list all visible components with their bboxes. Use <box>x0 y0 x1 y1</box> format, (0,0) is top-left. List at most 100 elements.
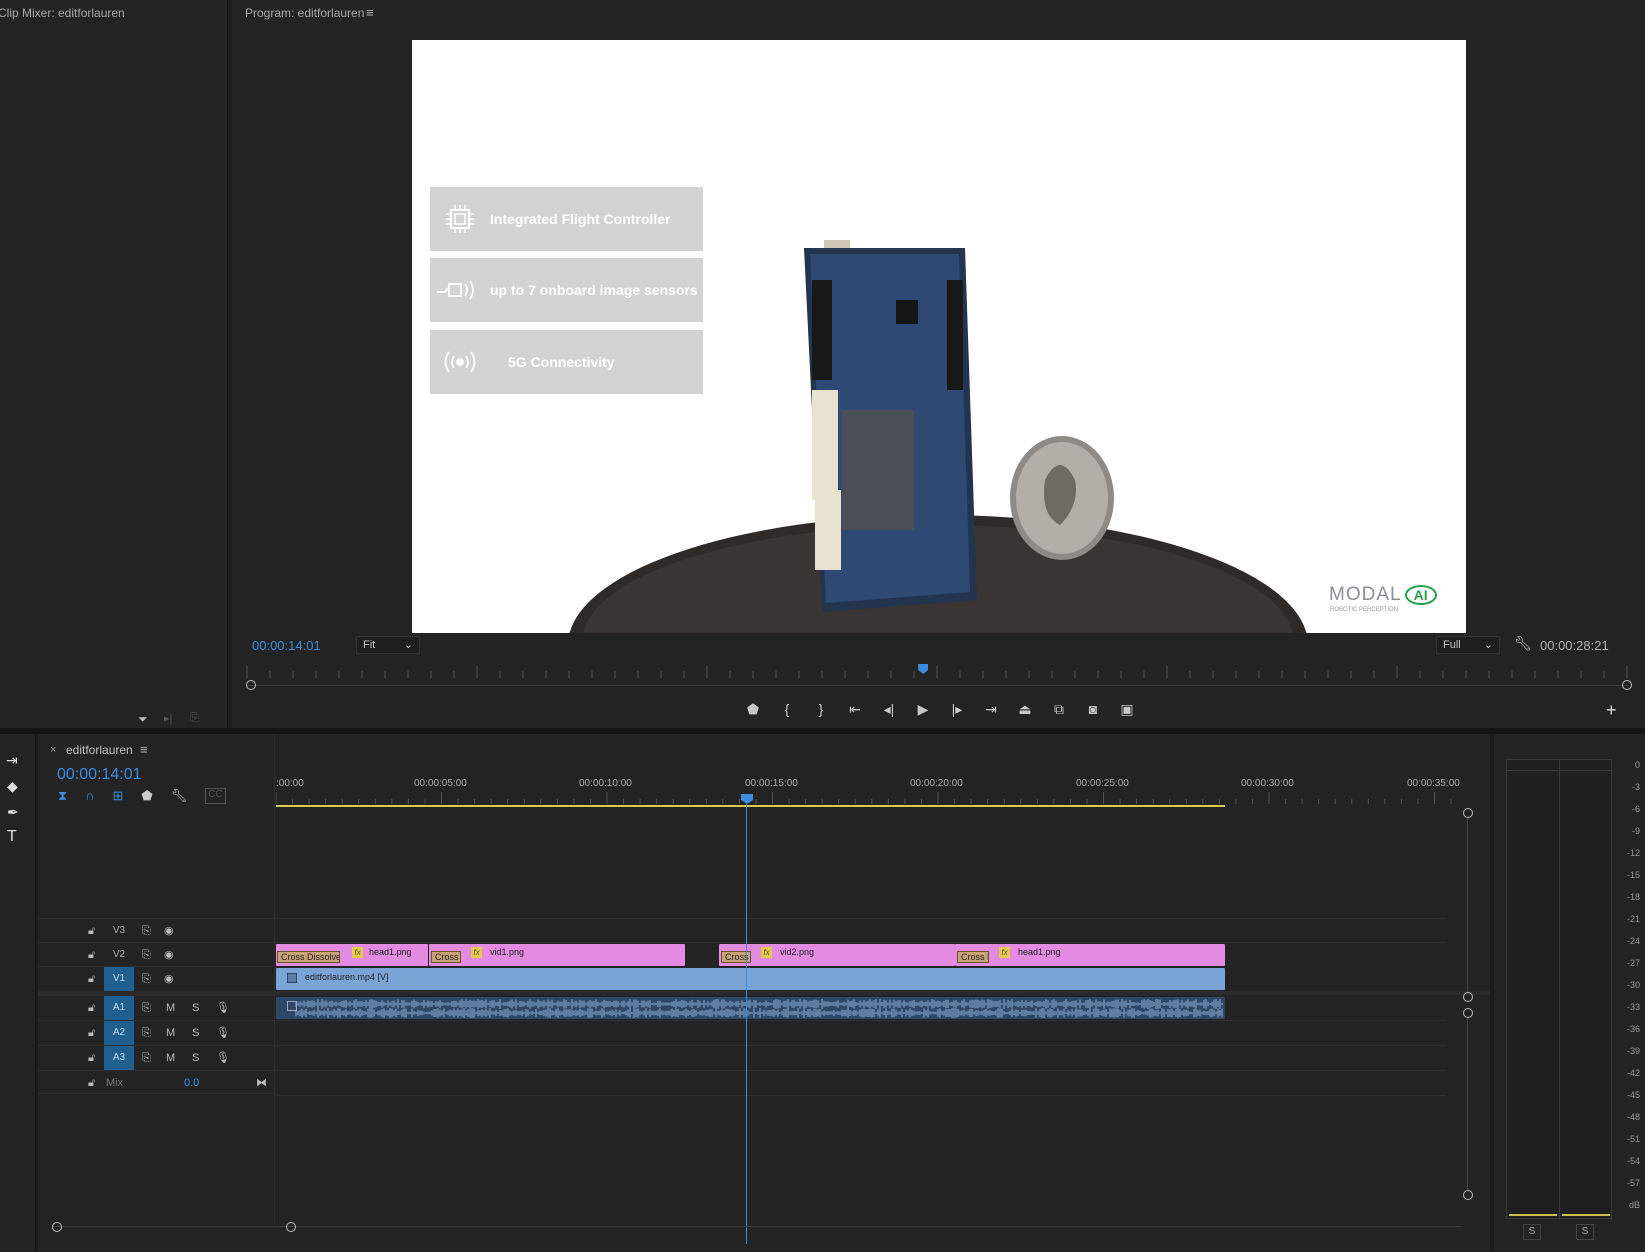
clip-editforlauren-audio[interactable] <box>276 997 1225 1019</box>
lock-icon[interactable]: 🔓︎ <box>88 1071 95 1095</box>
eye-icon[interactable]: ◉ <box>164 919 174 943</box>
pen-icon[interactable]: ✒ <box>7 804 19 821</box>
marker-icon[interactable]: ⬟ <box>742 698 764 720</box>
track-label-v1[interactable]: V1 <box>104 967 134 991</box>
program-zoom-bar[interactable] <box>247 685 1627 686</box>
solo-button[interactable]: S <box>192 1046 199 1070</box>
timeline-playhead-line[interactable] <box>746 804 747 1244</box>
close-tab-icon[interactable]: × <box>50 744 56 756</box>
sync-lock-icon[interactable]: ⎘ <box>142 967 151 991</box>
clip-vid1[interactable]: Cross D fx vid1.png <box>429 944 685 966</box>
clip-vid2[interactable]: Cross D fx vid2.png <box>719 944 955 966</box>
sync-lock-icon[interactable]: ⎘ <box>142 996 151 1020</box>
nest-icon[interactable]: ⧗ <box>58 788 67 804</box>
clip-mixer-title[interactable]: Clip Mixer: editforlauren <box>0 6 125 20</box>
extract-icon[interactable]: ⧉ <box>1048 698 1070 720</box>
mute-button[interactable]: M <box>166 996 175 1020</box>
eye-icon[interactable]: ◉ <box>164 967 174 991</box>
microphone-icon[interactable]: 🎙︎ <box>216 1021 230 1045</box>
add-button-icon[interactable]: + <box>1606 700 1617 721</box>
zoom-select[interactable]: Fit ⌄ <box>356 636 420 654</box>
step-back-icon[interactable]: ◂| <box>878 698 900 720</box>
solo-left-button[interactable]: S <box>1523 1224 1541 1240</box>
video-scroll-handle-bottom[interactable] <box>1463 992 1473 1002</box>
lock-icon[interactable]: 🔓︎ <box>88 996 95 1020</box>
mark-out-icon[interactable]: } <box>810 698 832 720</box>
skip-icon[interactable]: ▸| <box>164 712 172 725</box>
solo-right-button[interactable]: S <box>1576 1224 1594 1240</box>
timeline-settings-wrench-icon[interactable]: 🔧︎ <box>171 788 188 804</box>
cross-dissolve-transition[interactable]: Cross Dissolve <box>277 951 340 963</box>
ruler-label: 00:00:30:00 <box>1241 778 1294 789</box>
timeline-ruler[interactable]: :00:00 00:00:05:00 00:00:10:00 00:00:15:… <box>276 774 1466 814</box>
audio-scroll-handle-top[interactable] <box>1463 1008 1473 1018</box>
export-frame-icon[interactable]: ◙ <box>1082 698 1104 720</box>
type-tool-icon[interactable]: T <box>7 828 17 846</box>
lock-icon[interactable]: 🔓︎ <box>88 943 95 967</box>
mix-toggle-icon[interactable]: ⧓ <box>256 1071 267 1095</box>
step-forward-icon[interactable]: |▸ <box>946 698 968 720</box>
mute-button[interactable]: M <box>166 1021 175 1045</box>
lock-icon[interactable]: 🔓︎ <box>88 1021 95 1045</box>
lock-icon[interactable]: 🔓︎ <box>88 967 95 991</box>
audio-scroll-track[interactable] <box>1467 1018 1468 1190</box>
resolution-select[interactable]: Full ⌄ <box>1436 636 1500 654</box>
program-video-frame[interactable]: Integrated Flight Controller up to 7 onb… <box>412 40 1466 633</box>
solo-button[interactable]: S <box>192 996 199 1020</box>
microphone-icon[interactable]: 🎙︎ <box>216 996 230 1020</box>
snap-icon[interactable]: ∩ <box>85 788 94 804</box>
hscroll-right-handle[interactable] <box>286 1222 296 1232</box>
sync-lock-icon[interactable]: ⎘ <box>142 943 151 967</box>
export-icon[interactable]: ⎘ <box>190 712 199 725</box>
cross-dissolve-transition[interactable]: Cross D <box>957 951 989 963</box>
clip-editforlauren-video[interactable]: editforlauren.mp4 [V] <box>276 968 1225 990</box>
play-icon[interactable]: ▶ <box>912 698 934 720</box>
sync-lock-icon[interactable]: ⎘ <box>142 1046 151 1070</box>
program-title[interactable]: Program: editforlauren <box>245 6 364 20</box>
eye-icon[interactable]: ◉ <box>164 943 174 967</box>
settings-wrench-icon[interactable]: 🔧︎ <box>1514 635 1532 652</box>
add-marker-icon[interactable]: ⬟ <box>141 788 152 804</box>
timeline-timecode[interactable]: 00:00:14:01 <box>57 766 142 784</box>
hamburger-icon[interactable]: ≡ <box>140 742 148 757</box>
cross-dissolve-transition[interactable]: Cross D <box>431 951 461 963</box>
solo-button[interactable]: S <box>192 1021 199 1045</box>
mix-value[interactable]: 0.0 <box>184 1071 199 1095</box>
audio-scroll-handle-bottom[interactable] <box>1463 1190 1473 1200</box>
db-label: -42 <box>1626 1068 1640 1078</box>
microphone-icon[interactable]: 🎙︎ <box>216 1046 230 1070</box>
sync-lock-icon[interactable]: ⎘ <box>142 1021 151 1045</box>
go-to-in-icon[interactable]: ⇤ <box>844 698 866 720</box>
lock-icon[interactable]: 🔓︎ <box>88 919 95 943</box>
mute-button[interactable]: M <box>166 1046 175 1070</box>
hscroll-left-handle[interactable] <box>52 1222 62 1232</box>
compare-icon[interactable]: ▣ <box>1116 698 1138 720</box>
lock-icon[interactable]: 🔓︎ <box>88 1046 95 1070</box>
track-select-icon[interactable]: ⇥ <box>6 752 18 769</box>
work-area-bar[interactable] <box>276 805 1225 807</box>
program-time-ruler[interactable] <box>245 666 1628 678</box>
program-current-timecode[interactable]: 00:00:14:01 <box>252 638 321 653</box>
hamburger-icon[interactable]: ≡ <box>366 5 374 20</box>
zoom-bar-right-handle[interactable] <box>1622 680 1632 690</box>
linked-selection-icon[interactable]: ⊞ <box>112 788 123 804</box>
track-label-a3[interactable]: A3 <box>104 1046 134 1070</box>
filter-icon[interactable]: ⏷ <box>138 712 148 727</box>
track-label-a2[interactable]: A2 <box>104 1021 134 1045</box>
sequence-tab[interactable]: editforlauren <box>66 743 133 757</box>
clip-head1-a[interactable]: Cross Dissolve fx head1.png <box>276 944 428 966</box>
sync-lock-icon[interactable]: ⎘ <box>142 919 151 943</box>
razor-icon[interactable]: ◆ <box>7 778 18 795</box>
video-scroll-track[interactable] <box>1467 818 1468 992</box>
track-label-v2[interactable]: V2 <box>104 943 134 967</box>
captions-icon[interactable]: CC <box>205 788 226 804</box>
go-to-out-icon[interactable]: ⇥ <box>980 698 1002 720</box>
lift-icon[interactable]: ⏏ <box>1014 698 1036 720</box>
mark-in-icon[interactable]: { <box>776 698 798 720</box>
video-scroll-handle-top[interactable] <box>1463 808 1473 818</box>
track-label-a1[interactable]: A1 <box>104 996 134 1020</box>
track-label-v3[interactable]: V3 <box>104 919 134 943</box>
clip-head1-b[interactable]: Cross D fx head1.png <box>955 944 1225 966</box>
horizontal-scroll-track[interactable] <box>52 1226 1462 1227</box>
zoom-bar-left-handle[interactable] <box>246 680 256 690</box>
